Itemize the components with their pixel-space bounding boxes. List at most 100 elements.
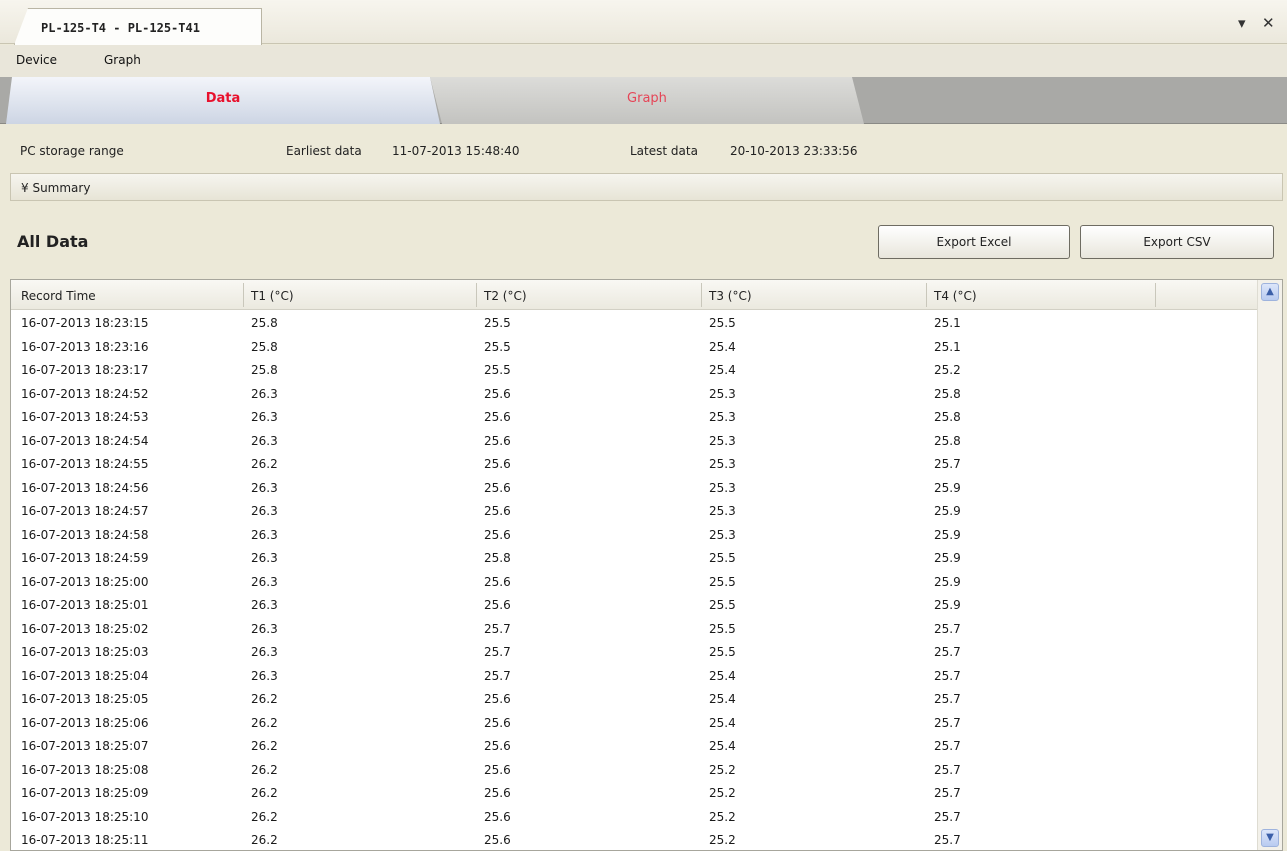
earliest-data-value: 11-07-2013 15:48:40 [392,144,520,158]
t2-cell: 25.6 [484,457,511,471]
column-header-t1[interactable]: T1 (°C) [251,289,294,303]
column-header-t4[interactable]: T4 (°C) [934,289,977,303]
record-time-cell: 16-07-2013 18:24:57 [21,504,149,518]
export-csv-button[interactable]: Export CSV [1080,225,1274,259]
table-row[interactable]: 16-07-2013 18:23:15 25.8 25.5 25.5 25.1 [11,311,1257,335]
close-icon[interactable]: ✕ [1262,14,1275,32]
record-time-cell: 16-07-2013 18:24:52 [21,386,149,401]
t2-cell: 25.5 [484,339,511,354]
record-time-cell: 16-07-2013 18:25:04 [21,668,149,683]
table-row[interactable]: 16-07-2013 18:25:03 26.3 25.7 25.5 25.7 [11,640,1257,664]
t4-cell: 25.7 [934,692,961,706]
column-header-t3[interactable]: T3 (°C) [709,289,752,303]
t1-cell: 26.2 [251,692,278,706]
tab-data-label: Data [205,91,241,106]
column-header-t2[interactable]: T2 (°C) [484,289,527,303]
t3-cell: 25.5 [709,574,736,589]
t4-cell: 25.7 [934,809,961,824]
t3-cell: 25.3 [709,410,736,424]
table-row[interactable]: 16-07-2013 18:24:57 26.3 25.6 25.3 25.9 [11,499,1257,523]
record-time-cell: 16-07-2013 18:25:09 [21,786,149,800]
t4-cell: 25.8 [934,433,961,448]
table-row[interactable]: 16-07-2013 18:24:54 26.3 25.6 25.3 25.8 [11,429,1257,453]
scroll-down-arrow-icon[interactable]: ▼ [1261,829,1279,847]
t4-cell: 25.7 [934,457,961,471]
vertical-scrollbar[interactable]: ▲ ▼ [1257,280,1282,850]
pin-dropdown-icon[interactable]: ▾ [1238,14,1246,32]
t2-cell: 25.6 [484,386,511,401]
record-time-cell: 16-07-2013 18:24:53 [21,410,149,424]
table-row[interactable]: 16-07-2013 18:25:07 26.2 25.6 25.4 25.7 [11,734,1257,758]
t1-cell: 26.2 [251,786,278,800]
t3-cell: 25.2 [709,833,736,847]
storage-range-label: PC storage range [20,144,124,158]
t3-cell: 25.4 [709,715,736,730]
t2-cell: 25.7 [484,645,511,659]
summary-expander[interactable]: ¥ Summary [10,173,1283,201]
document-tab[interactable]: PL-125-T4 - PL-125-T41 [14,8,262,45]
t2-cell: 25.6 [484,833,511,847]
t1-cell: 26.2 [251,762,278,777]
t3-cell: 25.2 [709,762,736,777]
t3-cell: 25.2 [709,809,736,824]
t2-cell: 25.7 [484,668,511,683]
column-header-record-time[interactable]: Record Time [21,289,96,303]
record-time-cell: 16-07-2013 18:25:02 [21,621,149,636]
t4-cell: 25.7 [934,668,961,683]
tab-graph[interactable]: Graph [430,77,864,124]
table-row[interactable]: 16-07-2013 18:24:58 26.3 25.6 25.3 25.9 [11,523,1257,547]
t2-cell: 25.6 [484,692,511,706]
record-time-cell: 16-07-2013 18:24:56 [21,480,149,495]
table-row[interactable]: 16-07-2013 18:25:08 26.2 25.6 25.2 25.7 [11,758,1257,782]
tab-data[interactable]: Data [6,77,440,124]
storage-range-panel: PC storage range Earliest data 11-07-201… [0,125,1287,173]
table-row[interactable]: 16-07-2013 18:25:09 26.2 25.6 25.2 25.7 [11,781,1257,805]
all-data-title: All Data [17,232,89,251]
record-time-cell: 16-07-2013 18:24:58 [21,527,149,542]
table-row[interactable]: 16-07-2013 18:23:16 25.8 25.5 25.4 25.1 [11,335,1257,359]
export-excel-button[interactable]: Export Excel [878,225,1070,259]
table-row[interactable]: 16-07-2013 18:25:02 26.3 25.7 25.5 25.7 [11,617,1257,641]
t1-cell: 26.3 [251,598,278,612]
t3-cell: 25.4 [709,339,736,354]
t4-cell: 25.9 [934,598,961,612]
table-row[interactable]: 16-07-2013 18:25:00 26.3 25.6 25.5 25.9 [11,570,1257,594]
table-row[interactable]: 16-07-2013 18:23:17 25.8 25.5 25.4 25.2 [11,358,1257,382]
t2-cell: 25.6 [484,762,511,777]
t3-cell: 25.4 [709,363,736,377]
t2-cell: 25.6 [484,433,511,448]
table-row[interactable]: 16-07-2013 18:24:59 26.3 25.8 25.5 25.9 [11,546,1257,570]
view-tab-bar: Graph Data [0,77,1287,124]
table-row[interactable]: 16-07-2013 18:25:06 26.2 25.6 25.4 25.7 [11,711,1257,735]
table-row[interactable]: 16-07-2013 18:24:56 26.3 25.6 25.3 25.9 [11,476,1257,500]
t4-cell: 25.7 [934,739,961,753]
table-row[interactable]: 16-07-2013 18:24:55 26.2 25.6 25.3 25.7 [11,452,1257,476]
t3-cell: 25.4 [709,739,736,753]
table-row[interactable]: 16-07-2013 18:25:01 26.3 25.6 25.5 25.9 [11,593,1257,617]
table-row[interactable]: 16-07-2013 18:25:11 26.2 25.6 25.2 25.7 [11,828,1257,850]
t4-cell: 25.7 [934,621,961,636]
table-row[interactable]: 16-07-2013 18:25:10 26.2 25.6 25.2 25.7 [11,805,1257,829]
menu-device[interactable]: Device [16,53,57,67]
record-time-cell: 16-07-2013 18:24:55 [21,457,149,471]
table-row[interactable]: 16-07-2013 18:24:53 26.3 25.6 25.3 25.8 [11,405,1257,429]
t4-cell: 25.7 [934,715,961,730]
table-row[interactable]: 16-07-2013 18:24:52 26.3 25.6 25.3 25.8 [11,382,1257,406]
t3-cell: 25.3 [709,480,736,495]
t3-cell: 25.5 [709,551,736,565]
grid-header: Record Time T1 (°C) T2 (°C) T3 (°C) T4 (… [11,280,1257,310]
t2-cell: 25.5 [484,363,511,377]
t3-cell: 25.3 [709,386,736,401]
scroll-up-arrow-icon[interactable]: ▲ [1261,283,1279,301]
t1-cell: 26.3 [251,480,278,495]
t3-cell: 25.3 [709,527,736,542]
t2-cell: 25.6 [484,480,511,495]
record-time-cell: 16-07-2013 18:25:06 [21,715,149,730]
t4-cell: 25.7 [934,786,961,800]
t1-cell: 26.3 [251,621,278,636]
table-row[interactable]: 16-07-2013 18:25:04 26.3 25.7 25.4 25.7 [11,664,1257,688]
table-row[interactable]: 16-07-2013 18:25:05 26.2 25.6 25.4 25.7 [11,687,1257,711]
t1-cell: 25.8 [251,316,278,330]
data-grid[interactable]: Record Time T1 (°C) T2 (°C) T3 (°C) T4 (… [10,279,1283,851]
menu-graph[interactable]: Graph [104,53,141,67]
